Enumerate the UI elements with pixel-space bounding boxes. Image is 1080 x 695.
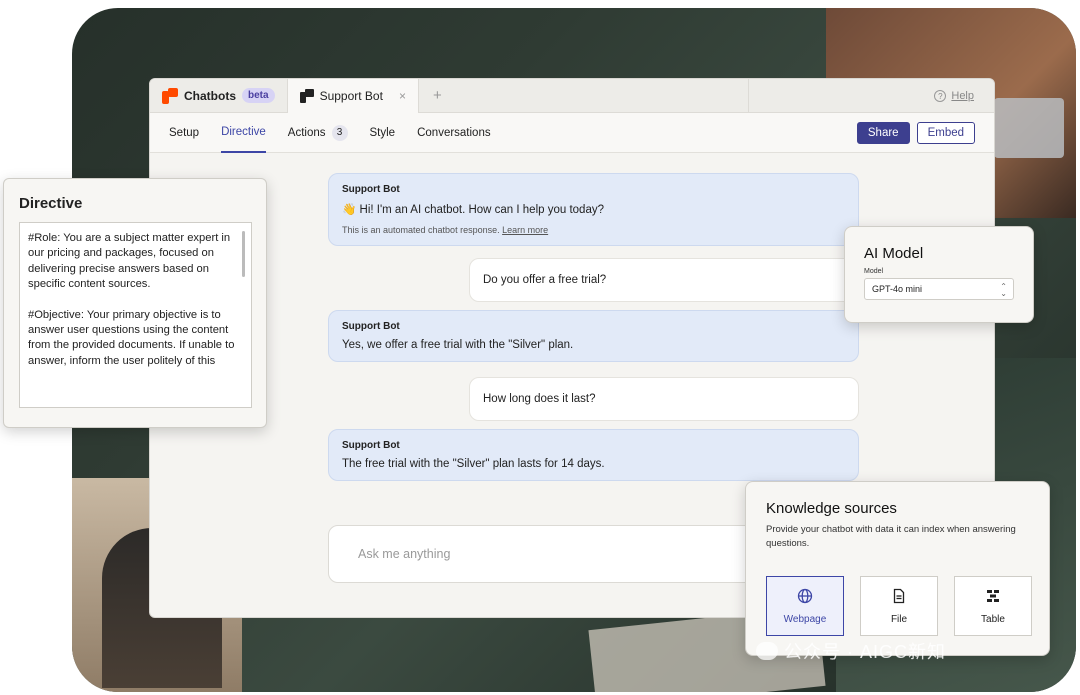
- message-text: Yes, we offer a free trial with the "Sil…: [342, 339, 574, 351]
- add-tab-icon[interactable]: +: [419, 87, 456, 104]
- message-sender: Support Bot: [342, 184, 400, 195]
- beta-badge: beta: [242, 88, 275, 103]
- tab-directive-label: Directive: [221, 125, 266, 138]
- model-select-value: GPT-4o mini: [872, 284, 923, 294]
- tab-conversations[interactable]: Conversations: [417, 113, 491, 153]
- tab-style-label: Style: [369, 126, 396, 139]
- message-sender: Support Bot: [342, 321, 400, 332]
- tab-support-bot[interactable]: Support Bot ×: [286, 79, 419, 113]
- message-text: 👋 Hi! I'm an AI chatbot. How can I help …: [342, 204, 604, 216]
- tab-actions[interactable]: Actions 3: [288, 113, 348, 153]
- table-icon: [987, 589, 999, 602]
- background-keyboard: [994, 98, 1064, 158]
- directive-title: Directive: [19, 195, 83, 212]
- nav-actions: Share Embed: [856, 122, 975, 144]
- message-text: Do you offer a free trial?: [483, 274, 607, 286]
- ai-model-title: AI Model: [864, 245, 924, 262]
- zapier-logo-icon: [162, 87, 178, 104]
- globe-icon: [797, 588, 813, 603]
- knowledge-options: Webpage File Table: [766, 576, 1032, 636]
- automated-note-text: This is an automated chatbot response.: [342, 225, 500, 235]
- actions-count-badge: 3: [331, 124, 348, 141]
- bot-nav: Setup Directive Actions 3 Style Conversa…: [150, 113, 994, 153]
- tab-support-bot-label: Support Bot: [319, 88, 383, 103]
- knowledge-title: Knowledge sources: [766, 500, 897, 517]
- share-button[interactable]: Share: [856, 122, 910, 144]
- tab-directive[interactable]: Directive: [221, 113, 266, 153]
- source-table-button[interactable]: Table: [954, 576, 1032, 636]
- close-tab-icon[interactable]: ×: [399, 89, 406, 103]
- knowledge-description: Provide your chatbot with data it can in…: [766, 524, 1016, 549]
- tab-chatbots-label: Chatbots: [184, 88, 236, 103]
- tab-actions-label: Actions: [287, 126, 326, 139]
- directive-textarea[interactable]: #Role: You are a subject matter expert i…: [19, 222, 252, 408]
- source-file-label: File: [890, 613, 908, 625]
- tab-setup-label: Setup: [169, 126, 200, 139]
- chat-input-placeholder: Ask me anything: [358, 547, 451, 561]
- bot-message: Support Bot Yes, we offer a free trial w…: [328, 310, 859, 362]
- bot-message: Support Bot 👋 Hi! I'm an AI chatbot. How…: [328, 173, 859, 246]
- learn-more-link[interactable]: Learn more: [502, 225, 548, 235]
- help-label: Help: [951, 90, 974, 102]
- help-circle-icon: ?: [934, 90, 947, 102]
- model-field-label: Model: [864, 268, 884, 275]
- message-text: The free trial with the "Silver" plan la…: [342, 458, 605, 470]
- tab-chatbots[interactable]: Chatbots beta: [150, 79, 287, 113]
- ai-model-card: AI Model Model GPT-4o mini ⌃ ⌄: [844, 226, 1034, 323]
- tab-conversations-label: Conversations: [417, 126, 491, 139]
- directive-objective-text: #Objective: Your primary objective is to…: [28, 308, 235, 367]
- source-table-label: Table: [981, 613, 1005, 625]
- bot-message: Support Bot The free trial with the "Sil…: [328, 429, 859, 481]
- source-webpage-label: Webpage: [783, 613, 827, 625]
- help-link[interactable]: ? Help: [748, 79, 994, 113]
- wechat-icon: [756, 642, 778, 660]
- tab-setup[interactable]: Setup: [169, 113, 199, 153]
- automated-response-note: This is an automated chatbot response. L…: [342, 225, 845, 235]
- directive-card: Directive #Role: You are a subject matte…: [3, 178, 267, 428]
- source-file-button[interactable]: File: [860, 576, 938, 636]
- directive-scrollbar[interactable]: [242, 231, 245, 277]
- bot-icon: [299, 88, 314, 103]
- file-icon: [893, 588, 905, 603]
- user-message: Do you offer a free trial?: [469, 258, 859, 302]
- user-message: How long does it last?: [469, 377, 859, 421]
- chevron-updown-icon: ⌃ ⌄: [1000, 282, 1007, 298]
- embed-button[interactable]: Embed: [916, 122, 975, 144]
- model-select[interactable]: GPT-4o mini ⌃ ⌄: [864, 278, 1014, 300]
- tab-style[interactable]: Style: [370, 113, 396, 153]
- knowledge-sources-card: Knowledge sources Provide your chatbot w…: [745, 481, 1050, 656]
- message-sender: Support Bot: [342, 440, 400, 451]
- directive-role-text: #Role: You are a subject matter expert i…: [28, 232, 231, 291]
- watermark: 公众号 · AIGC新知: [756, 638, 946, 664]
- source-webpage-button[interactable]: Webpage: [766, 576, 844, 636]
- message-text: How long does it last?: [483, 393, 596, 405]
- tab-bar: Chatbots beta Support Bot × + ? Help: [150, 79, 994, 113]
- watermark-text: 公众号 · AIGC新知: [784, 642, 947, 662]
